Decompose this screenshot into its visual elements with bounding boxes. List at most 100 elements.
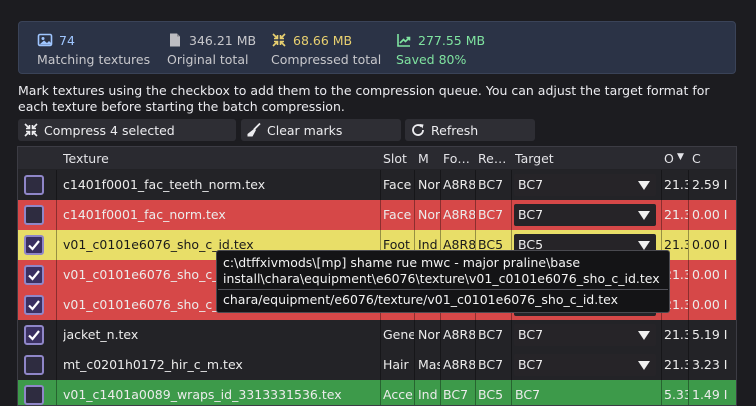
target-format-select[interactable]: BC7 bbox=[514, 354, 656, 376]
texture-name-cell: c1401f0001_fac_teeth_norm.tex bbox=[63, 177, 266, 192]
column-separator bbox=[511, 170, 512, 200]
column-separator bbox=[380, 350, 381, 380]
column-header-original[interactable]: O bbox=[664, 151, 674, 166]
column-header-compressed[interactable]: C bbox=[692, 151, 701, 166]
column-separator bbox=[688, 320, 689, 350]
compress-selected-label: Compress 4 selected bbox=[44, 122, 175, 138]
column-header-re[interactable]: Re… bbox=[478, 151, 506, 166]
column-header-format[interactable]: Fo… bbox=[443, 151, 470, 166]
chevron-down-icon bbox=[638, 181, 650, 190]
column-separator bbox=[56, 350, 57, 380]
texture-name-cell: jacket_n.tex bbox=[63, 327, 139, 342]
instructions-text: Mark textures using the checkbox to add … bbox=[18, 83, 710, 114]
stat-original-value: 346.21 MB bbox=[189, 32, 257, 48]
column-header-texture[interactable]: Texture bbox=[63, 151, 109, 166]
slot-cell: Acce bbox=[383, 387, 413, 402]
target-format-value: BC7 bbox=[518, 357, 544, 372]
column-header-m[interactable]: M bbox=[418, 151, 429, 166]
chevron-down-icon bbox=[638, 211, 650, 220]
row-mark-checkbox[interactable] bbox=[24, 325, 44, 345]
column-separator bbox=[380, 170, 381, 200]
row-mark-checkbox[interactable] bbox=[24, 385, 44, 405]
row-mark-checkbox[interactable] bbox=[24, 205, 44, 225]
column-separator bbox=[56, 290, 57, 320]
row-mark-checkbox[interactable] bbox=[24, 175, 44, 195]
tooltip-divider bbox=[218, 289, 668, 290]
sort-descending-icon: ▼ bbox=[677, 152, 684, 162]
compressed-size-cell: 1.49 I bbox=[692, 387, 728, 402]
re-cell: BC7 bbox=[478, 177, 504, 192]
original-size-cell: 21.3 bbox=[664, 327, 688, 342]
table-row[interactable]: c1401f0001_fac_norm.tex Face Nor A8R8 BC7 BC7… bbox=[18, 200, 736, 230]
column-separator bbox=[688, 260, 689, 290]
column-separator bbox=[688, 350, 689, 380]
column-separator bbox=[414, 350, 415, 380]
target-format-value: BC7 bbox=[518, 207, 544, 222]
column-separator bbox=[56, 170, 57, 200]
chevron-down-icon bbox=[638, 331, 650, 340]
format-cell: A8R8 bbox=[443, 207, 475, 222]
stat-matching-value: 74 bbox=[59, 32, 75, 48]
image-icon bbox=[37, 33, 53, 47]
clear-marks-button[interactable]: Clear marks bbox=[241, 119, 401, 141]
checkmark-icon bbox=[28, 240, 40, 251]
stat-saved-label: Saved 80% bbox=[396, 52, 467, 67]
column-separator bbox=[56, 260, 57, 290]
format-cell: A8R8 bbox=[443, 177, 475, 192]
column-separator bbox=[380, 380, 381, 405]
compressed-size-cell: 2.59 I bbox=[692, 177, 728, 192]
compressed-size-cell: 0.00 I bbox=[692, 297, 728, 312]
table-row[interactable]: jacket_n.texGeneNorA8R8BC7BC721.35.19 I bbox=[18, 320, 736, 350]
file-icon bbox=[170, 33, 180, 47]
stat-compressed: 68.66 MB Compressed total bbox=[271, 30, 381, 68]
stat-matching-value-row: 74 bbox=[37, 30, 150, 50]
stat-compressed-value: 68.66 MB bbox=[293, 32, 353, 48]
column-separator bbox=[475, 200, 476, 230]
target-format-value: BC7 bbox=[518, 177, 544, 192]
table-row[interactable]: v01_c1401a0089_wraps_id_3313331536.tex Ac… bbox=[18, 380, 736, 405]
stat-original-label: Original total bbox=[167, 52, 249, 67]
column-separator bbox=[511, 350, 512, 380]
stat-saved-value: 277.55 MB bbox=[418, 32, 486, 48]
table-row[interactable]: c1401f0001_fac_teeth_norm.tex Face Nor A8R8… bbox=[18, 170, 736, 200]
column-separator bbox=[56, 200, 57, 230]
compressed-size-cell: 3.23 I bbox=[692, 357, 728, 372]
target-format-value: BC7 bbox=[518, 327, 544, 342]
compress-selected-button[interactable]: Compress 4 selected bbox=[18, 119, 236, 141]
target-format-select[interactable]: BC7 bbox=[514, 324, 656, 346]
original-size-cell: 21.3 bbox=[664, 177, 688, 192]
row-mark-checkbox[interactable] bbox=[24, 355, 44, 375]
column-separator bbox=[475, 320, 476, 350]
row-mark-checkbox[interactable] bbox=[24, 235, 44, 255]
column-header-slot[interactable]: Slot bbox=[383, 151, 407, 166]
column-separator bbox=[440, 350, 441, 380]
column-separator bbox=[440, 170, 441, 200]
stat-original: 346.21 MB Original total bbox=[167, 30, 257, 68]
column-separator bbox=[688, 170, 689, 200]
checkmark-icon bbox=[28, 300, 40, 311]
column-separator bbox=[688, 230, 689, 260]
tooltip-full-path: c:\dtffxivmods\[mp] shame rue mwc - majo… bbox=[223, 255, 660, 286]
m-cell: Nor bbox=[418, 177, 440, 192]
row-mark-checkbox[interactable] bbox=[24, 265, 44, 285]
re-cell: BC5 bbox=[478, 387, 504, 402]
row-mark-checkbox[interactable] bbox=[24, 295, 44, 315]
slot-cell: Face bbox=[383, 177, 412, 192]
column-separator bbox=[475, 380, 476, 405]
column-separator bbox=[414, 200, 415, 230]
column-separator bbox=[511, 200, 512, 230]
re-cell: BC7 bbox=[478, 207, 504, 222]
target-format-select[interactable]: BC7 bbox=[514, 204, 656, 226]
target-format-select[interactable]: BC7 bbox=[514, 174, 656, 196]
table-header: Texture Slot M Fo… Re… Target O ▼ C bbox=[18, 147, 736, 169]
checkmark-icon bbox=[28, 270, 40, 281]
column-header-target[interactable]: Target bbox=[515, 151, 554, 166]
table-row[interactable]: mt_c0201h0172_hir_c_m.texHairMasA8R8BC7B… bbox=[18, 350, 736, 380]
slot-cell: Face bbox=[383, 207, 412, 222]
format-cell: BC7 bbox=[443, 387, 469, 402]
compressed-size-cell: 5.19 I bbox=[692, 327, 728, 342]
refresh-button[interactable]: Refresh bbox=[405, 119, 535, 141]
m-cell: Nor bbox=[418, 327, 440, 342]
column-separator bbox=[688, 290, 689, 320]
re-cell: BC7 bbox=[478, 327, 504, 342]
